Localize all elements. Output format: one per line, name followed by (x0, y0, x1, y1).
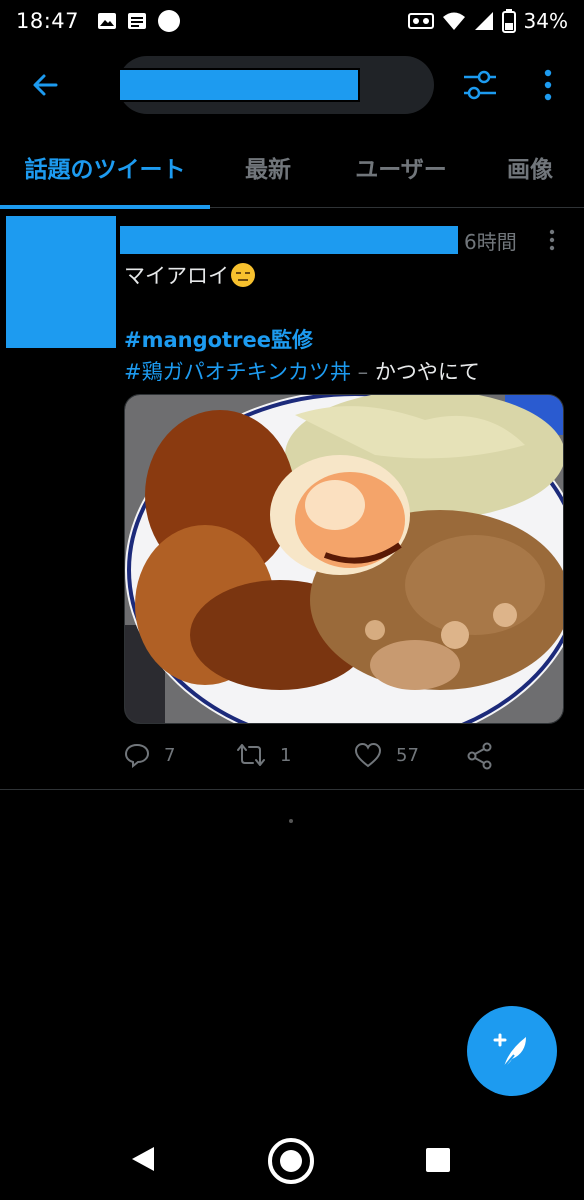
tweet-actions: 7 1 57 (124, 738, 564, 778)
sliders-icon (464, 70, 496, 100)
battery-percent: 34% (523, 9, 568, 33)
compose-feather-icon (493, 1033, 526, 1068)
system-navigation-bar (0, 1120, 584, 1200)
image-icon (98, 13, 117, 29)
wifi-icon (442, 12, 465, 30)
more-vertical-icon (544, 69, 552, 101)
compose-tweet-button[interactable] (467, 1006, 557, 1096)
tab-photos[interactable]: 画像 (476, 126, 584, 208)
tweet-text: マイアロイ #mangotree監修 #鶏ガパオチキンカツ丼 – かつやにて (124, 260, 564, 388)
status-right: 34% (407, 9, 568, 33)
triangle-back-icon (132, 1147, 154, 1171)
avatar[interactable] (6, 216, 116, 348)
tweet-photo[interactable] (124, 394, 564, 724)
tweet-text-line: マイアロイ (124, 264, 229, 288)
share-button[interactable] (466, 742, 494, 770)
hashtag-link[interactable]: #mangotree監修 (124, 328, 313, 352)
share-icon (467, 742, 492, 770)
top-bar (0, 42, 584, 126)
search-filter-button[interactable] (456, 62, 504, 108)
retweet-count: 1 (280, 744, 292, 766)
loading-indicator (289, 819, 293, 823)
message-icon (128, 13, 147, 29)
text-separator: – (350, 360, 375, 384)
home-circle-icon (280, 1150, 302, 1172)
reply-button[interactable]: 7 (124, 742, 175, 768)
tweet[interactable]: 6時間 マイアロイ #mangotree監修 #鶏ガパオチキンカツ丼 – かつや… (0, 208, 584, 790)
tweet-more-button[interactable] (540, 226, 564, 254)
like-count: 57 (396, 744, 419, 766)
hashtag-link[interactable]: #鶏ガパオチキンカツ丼 (124, 360, 351, 384)
nav-home-button[interactable] (268, 1138, 314, 1184)
arrow-left-icon (33, 74, 58, 96)
voicemail-icon (407, 13, 434, 29)
tweet-time: 6時間 (464, 230, 517, 254)
food-photo-image (125, 395, 563, 723)
nav-back-button[interactable] (128, 1144, 158, 1178)
more-vertical-icon (549, 229, 555, 251)
back-button[interactable] (22, 62, 68, 108)
more-options-button[interactable] (530, 62, 566, 108)
tab-top[interactable]: 話題のツイート (0, 126, 210, 209)
retweet-button[interactable]: 1 (236, 742, 291, 768)
nav-recents-button[interactable] (426, 1148, 450, 1172)
like-button[interactable]: 57 (354, 742, 419, 768)
battery-icon (501, 9, 516, 33)
status-time: 18:47 (16, 9, 80, 33)
status-bar: 18:47 34% (0, 0, 584, 42)
signal-icon (474, 12, 493, 30)
circle-icon (158, 10, 181, 32)
search-query-redacted (118, 68, 360, 102)
reply-count: 7 (164, 744, 176, 766)
tab-latest[interactable]: 最新 (210, 126, 326, 208)
search-input[interactable] (118, 56, 434, 114)
notification-icons (97, 9, 181, 33)
heart-icon (354, 742, 382, 768)
reply-icon (124, 743, 150, 768)
retweet-icon (237, 744, 265, 766)
expressionless-face-icon (231, 263, 255, 287)
tweet-text-place: かつやにて (374, 360, 480, 384)
tab-people[interactable]: ユーザー (326, 126, 476, 208)
search-tabs: 話題のツイート 最新 ユーザー 画像 (0, 126, 584, 209)
author-name-redacted[interactable] (120, 226, 458, 254)
